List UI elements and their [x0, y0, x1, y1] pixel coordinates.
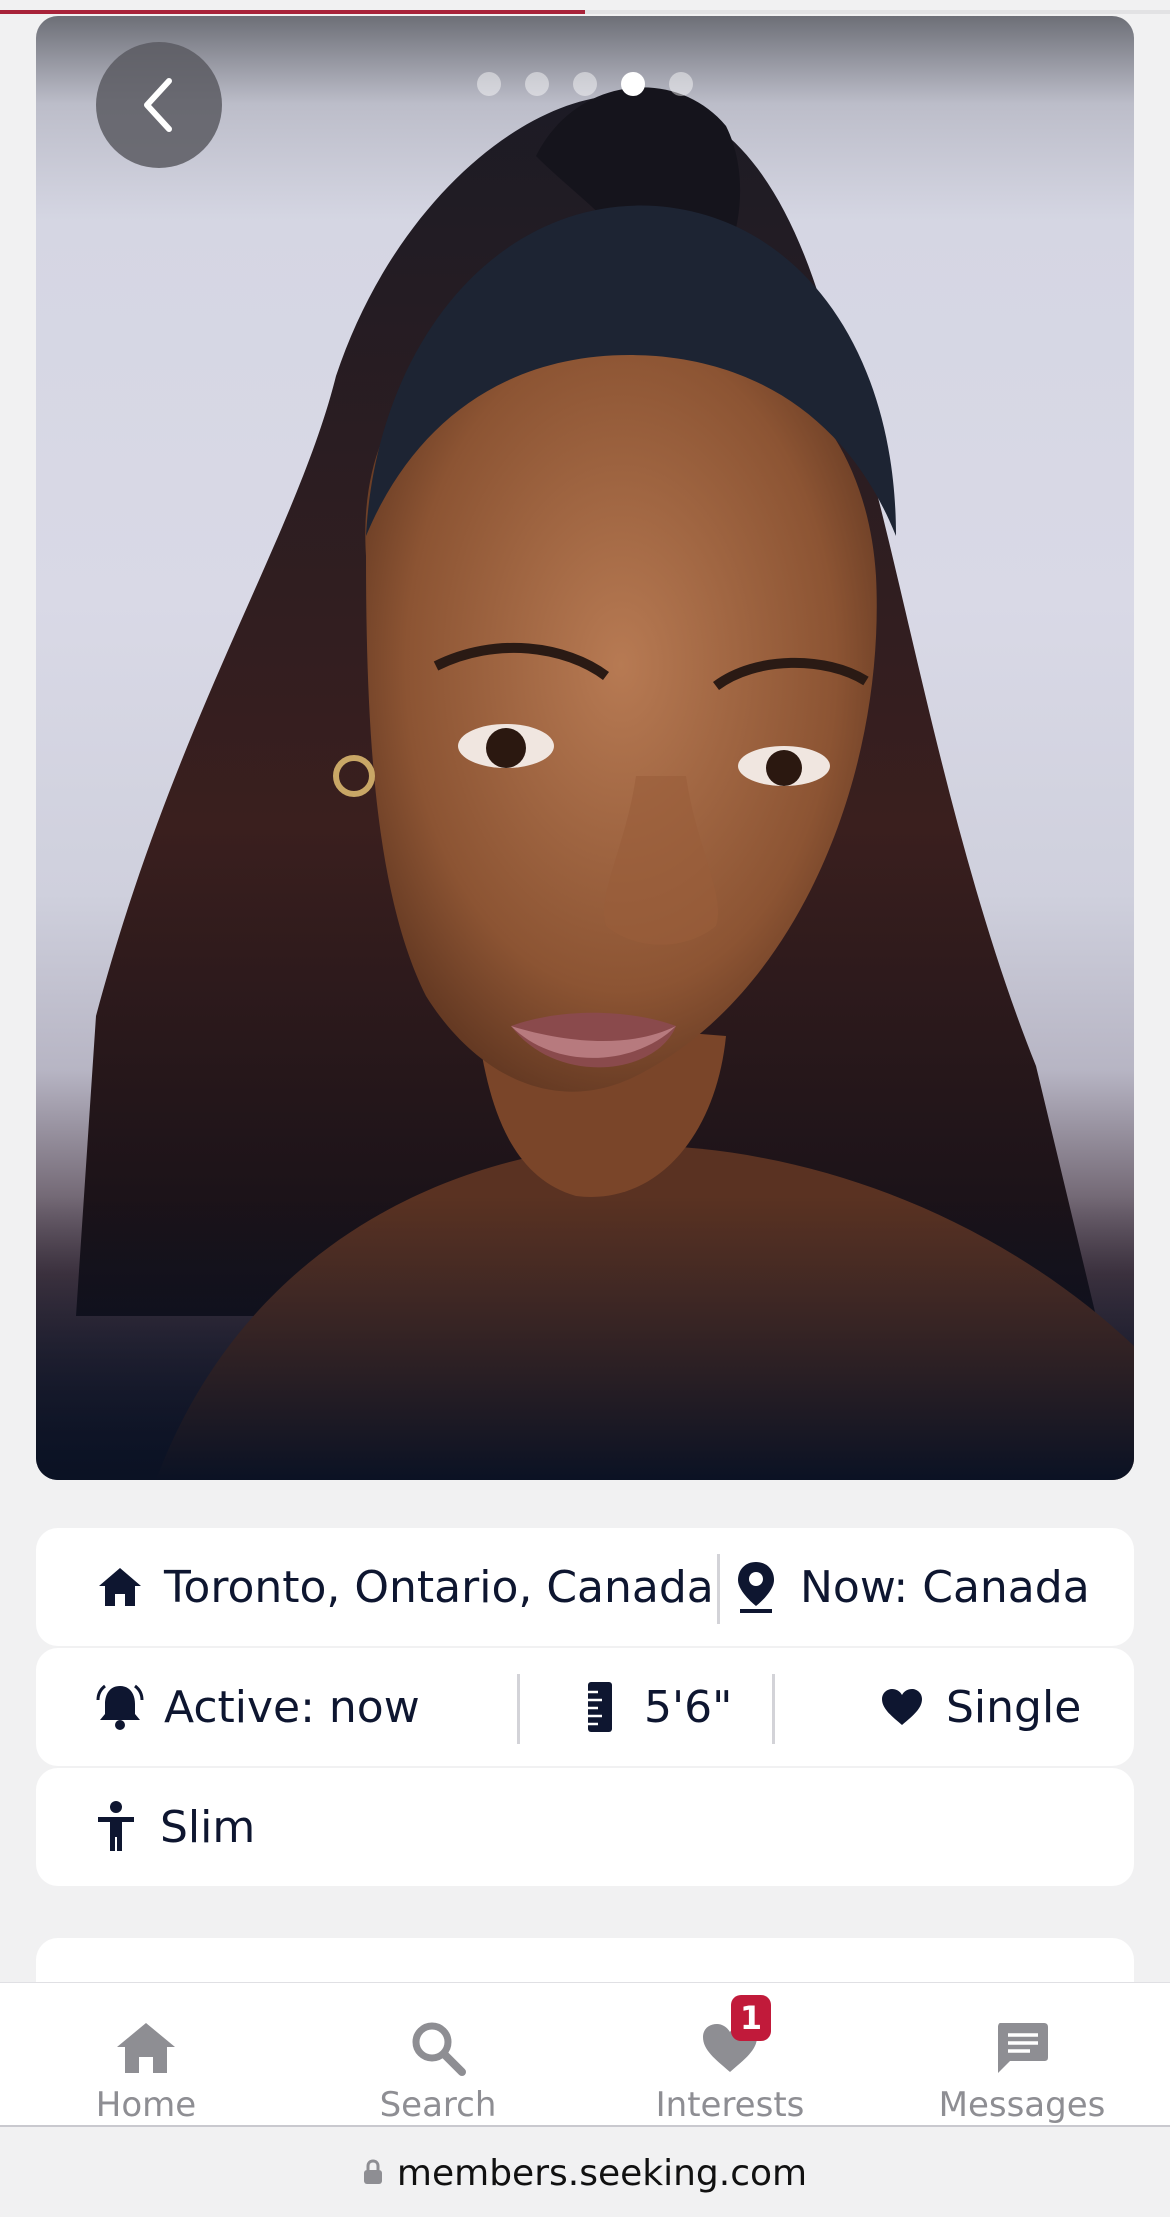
body-type-text: Slim: [160, 1801, 256, 1853]
lock-icon: [363, 2153, 383, 2194]
height-stat: 5'6": [574, 1648, 732, 1766]
portrait-image: [36, 87, 1134, 1480]
map-pin-icon: [730, 1561, 782, 1613]
browser-url-bar[interactable]: members.seeking.com: [0, 2129, 1170, 2217]
photo-dot[interactable]: [573, 72, 597, 96]
photo-dot-active[interactable]: [621, 72, 645, 96]
divider: [517, 1674, 520, 1744]
divider: [772, 1674, 775, 1744]
heart-icon: [876, 1681, 928, 1733]
current-location-text: Now: Canada: [800, 1561, 1090, 1613]
home-icon: [94, 1561, 146, 1613]
ruler-icon: [574, 1681, 626, 1733]
activity-status: Active: now: [94, 1648, 420, 1766]
bell-icon: [94, 1681, 146, 1733]
stats-card: Active: now 5'6" Single: [36, 1648, 1134, 1766]
nav-messages-label: Messages: [938, 2085, 1106, 2125]
body-type: Slim: [90, 1768, 255, 1886]
url-text: members.seeking.com: [396, 2152, 808, 2194]
divider: [717, 1554, 720, 1624]
body-card: Slim: [36, 1768, 1134, 1886]
nav-interests-label: Interests: [655, 2085, 805, 2125]
nav-home-label: Home: [95, 2085, 197, 2125]
current-location: Now: Canada: [730, 1528, 1090, 1646]
location-card: Toronto, Ontario, Canada Now: Canada: [36, 1528, 1134, 1646]
heart-icon: 1: [701, 1995, 771, 2079]
height-text: 5'6": [644, 1681, 733, 1733]
photo-indicator: [36, 72, 1134, 96]
nav-home[interactable]: Home: [0, 1983, 292, 2128]
profile-photo[interactable]: [36, 16, 1134, 1480]
photo-dot[interactable]: [477, 72, 501, 96]
activity-status-text: Active: now: [164, 1681, 420, 1733]
message-icon: [994, 2017, 1050, 2079]
nav-search-label: Search: [379, 2085, 497, 2125]
photo-progress-fill: [0, 10, 585, 14]
person-icon: [90, 1801, 142, 1853]
nav-messages[interactable]: Messages: [876, 1983, 1168, 2128]
home-location-text: Toronto, Ontario, Canada: [164, 1561, 714, 1613]
search-icon: [410, 2017, 466, 2079]
relationship-text: Single: [946, 1681, 1082, 1733]
relationship-status: Single: [876, 1648, 1081, 1766]
interests-badge: 1: [731, 1995, 771, 2041]
back-button[interactable]: [96, 42, 222, 168]
home-location: Toronto, Ontario, Canada: [94, 1528, 714, 1646]
photo-dot[interactable]: [669, 72, 693, 96]
home-icon: [115, 2017, 177, 2079]
photo-dot[interactable]: [525, 72, 549, 96]
nav-search[interactable]: Search: [292, 1983, 584, 2128]
nav-interests[interactable]: 1 Interests: [584, 1983, 876, 2128]
bottom-nav: Home Search 1 Interests Messages: [0, 1982, 1170, 2127]
photo-progress-bar: [0, 10, 1170, 14]
